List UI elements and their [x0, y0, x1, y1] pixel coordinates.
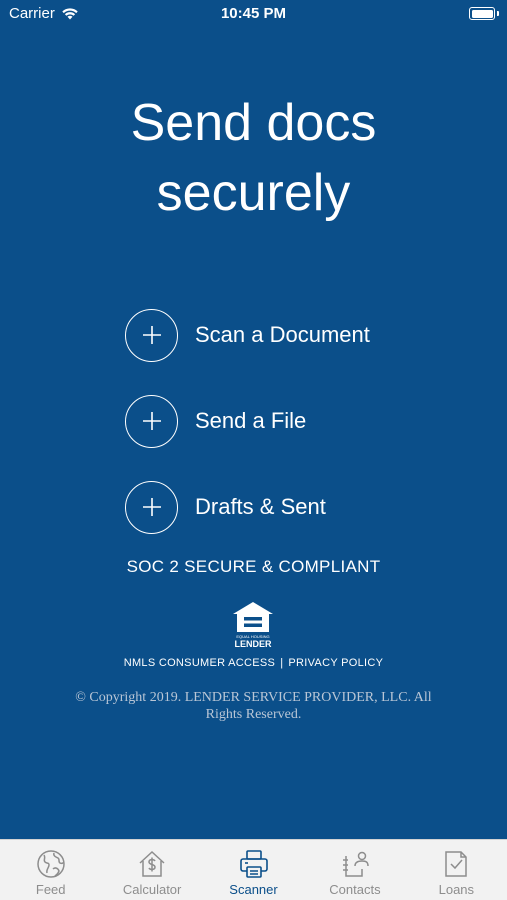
tab-loans-label: Loans: [438, 882, 475, 897]
send-file-label: Send a File: [195, 408, 307, 433]
headline-line-2: securely: [156, 164, 351, 222]
house-dollar-icon: [136, 848, 168, 880]
status-bar: Carrier 10:45 PM: [0, 0, 507, 28]
tab-loans[interactable]: Loans: [406, 840, 507, 900]
scan-document-button[interactable]: Scan a Document: [125, 307, 370, 363]
equal-housing-lender-logo: EQUAL HOUSING LENDER: [233, 602, 273, 649]
contacts-icon: [339, 848, 371, 880]
printer-icon: [238, 848, 270, 880]
scan-document-label: Scan a Document: [195, 322, 370, 347]
privacy-policy-link[interactable]: PRIVACY POLICY: [288, 657, 383, 669]
tab-feed-label: Feed: [35, 882, 66, 897]
copyright-text: © Copyright 2019. LENDER SERVICE PROVIDE…: [75, 690, 432, 722]
compliance-badge: SOC 2 SECURE & COMPLIANT: [126, 557, 381, 576]
nmls-consumer-access-link[interactable]: NMLS CONSUMER ACCESS: [124, 657, 275, 669]
tab-bar: Feed Calculator Scanner Contacts Loans: [0, 839, 507, 900]
drafts-sent-label: Drafts & Sent: [195, 494, 326, 519]
tab-calculator[interactable]: Calculator: [101, 840, 202, 900]
plus-icon: [125, 480, 178, 534]
tab-contacts[interactable]: Contacts: [304, 840, 405, 900]
tab-feed[interactable]: Feed: [0, 840, 101, 900]
footer-links: NMLS CONSUMER ACCESS | PRIVACY POLICY: [0, 657, 507, 669]
action-list: Scan a Document Send a File Drafts & Sen…: [125, 307, 370, 565]
plus-icon: [125, 308, 178, 362]
page-title: Send docs securely: [0, 88, 507, 228]
tab-contacts-label: Contacts: [329, 882, 381, 897]
tab-scanner-label: Scanner: [229, 882, 278, 897]
drafts-sent-button[interactable]: Drafts & Sent: [125, 479, 370, 535]
logo-large-text: LENDER: [234, 639, 272, 649]
headline-line-1: Send docs: [130, 94, 377, 152]
link-separator: |: [280, 657, 284, 669]
clock: 10:45 PM: [220, 5, 287, 22]
tab-calculator-label: Calculator: [122, 882, 182, 897]
document-check-icon: [440, 848, 472, 880]
battery-icon: [469, 7, 499, 20]
globe-icon: [35, 848, 67, 880]
tab-scanner[interactable]: Scanner: [203, 840, 304, 900]
plus-icon: [125, 394, 178, 448]
send-file-button[interactable]: Send a File: [125, 393, 370, 449]
